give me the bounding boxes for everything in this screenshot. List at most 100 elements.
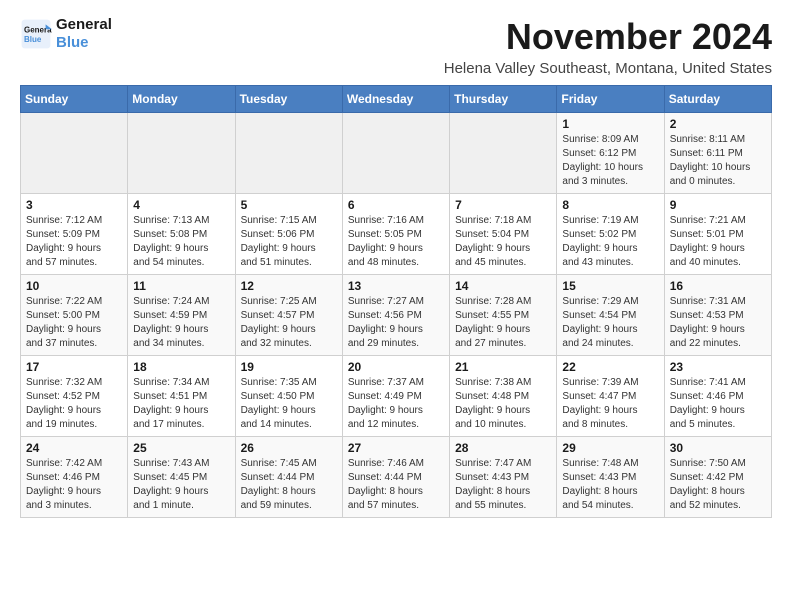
calendar-cell: 13 Sunrise: 7:27 AM Sunset: 4:56 PM Dayli… [342, 275, 449, 356]
svg-text:Blue: Blue [24, 35, 42, 44]
calendar-cell [128, 113, 235, 194]
day-info: Sunrise: 7:47 AM Sunset: 4:43 PM Dayligh… [455, 457, 551, 513]
calendar-cell: 24Sunrise: 7:42 AM Sunset: 4:46 PM Dayli… [21, 437, 128, 518]
calendar-cell: 22Sunrise: 7:39 AM Sunset: 4:47 PM Dayli… [557, 356, 664, 437]
day-info: Sunrise: 7:27 AM Sunset: 4:56 PM Dayligh… [348, 295, 444, 351]
day-info: Sunrise: 7:50 AM Sunset: 4:42 PM Dayligh… [670, 457, 766, 513]
day-number: 8 [562, 198, 658, 212]
logo: General Blue General Blue [20, 16, 112, 52]
day-number: 23 [670, 360, 766, 374]
calendar-cell: 21 Sunrise: 7:38 AM Sunset: 4:48 PM Dayli… [450, 356, 557, 437]
calendar-cell: 19 Sunrise: 7:35 AM Sunset: 4:50 PM Dayli… [235, 356, 342, 437]
day-number: 2 [670, 117, 766, 131]
day-info: Sunrise: 7:43 AM Sunset: 4:45 PM Dayligh… [133, 457, 229, 513]
day-number: 19 [241, 360, 337, 374]
calendar-cell: 23 Sunrise: 7:41 AM Sunset: 4:46 PM Dayli… [664, 356, 771, 437]
calendar-body: 1 Sunrise: 8:09 AM Sunset: 6:12 PM Daylig… [21, 113, 772, 518]
column-header-saturday: Saturday [664, 86, 771, 113]
day-number: 30 [670, 441, 766, 455]
day-number: 18 [133, 360, 229, 374]
day-number: 10 [26, 279, 122, 293]
title-area: November 2024 Helena Valley Southeast, M… [444, 16, 772, 77]
calendar-week-3: 10 Sunrise: 7:22 AM Sunset: 5:00 PM Dayli… [21, 275, 772, 356]
column-header-monday: Monday [128, 86, 235, 113]
calendar-cell: 29Sunrise: 7:48 AM Sunset: 4:43 PM Dayli… [557, 437, 664, 518]
day-number: 28 [455, 441, 551, 455]
day-number: 16 [670, 279, 766, 293]
day-number: 20 [348, 360, 444, 374]
calendar-cell: 4Sunrise: 7:13 AM Sunset: 5:08 PM Daylig… [128, 194, 235, 275]
column-header-wednesday: Wednesday [342, 86, 449, 113]
calendar-week-5: 24Sunrise: 7:42 AM Sunset: 4:46 PM Dayli… [21, 437, 772, 518]
calendar-cell: 20 Sunrise: 7:37 AM Sunset: 4:49 PM Dayli… [342, 356, 449, 437]
day-info: Sunrise: 7:32 AM Sunset: 4:52 PM Dayligh… [26, 376, 122, 432]
calendar-cell: 12 Sunrise: 7:25 AM Sunset: 4:57 PM Dayli… [235, 275, 342, 356]
column-header-friday: Friday [557, 86, 664, 113]
calendar-cell: 8 Sunrise: 7:19 AM Sunset: 5:02 PM Daylig… [557, 194, 664, 275]
column-header-thursday: Thursday [450, 86, 557, 113]
day-info: Sunrise: 7:29 AM Sunset: 4:54 PM Dayligh… [562, 295, 658, 351]
day-number: 21 [455, 360, 551, 374]
logo-icon: General Blue [20, 18, 52, 50]
calendar-cell: 3 Sunrise: 7:12 AM Sunset: 5:09 PM Daylig… [21, 194, 128, 275]
logo-text: General Blue [56, 16, 112, 52]
column-header-tuesday: Tuesday [235, 86, 342, 113]
calendar-cell: 11Sunrise: 7:24 AM Sunset: 4:59 PM Dayli… [128, 275, 235, 356]
day-info: Sunrise: 7:41 AM Sunset: 4:46 PM Dayligh… [670, 376, 766, 432]
calendar-cell: 18Sunrise: 7:34 AM Sunset: 4:51 PM Dayli… [128, 356, 235, 437]
calendar-cell: 16 Sunrise: 7:31 AM Sunset: 4:53 PM Dayli… [664, 275, 771, 356]
day-number: 26 [241, 441, 337, 455]
day-number: 5 [241, 198, 337, 212]
column-header-sunday: Sunday [21, 86, 128, 113]
calendar-cell: 10 Sunrise: 7:22 AM Sunset: 5:00 PM Dayli… [21, 275, 128, 356]
day-info: Sunrise: 7:37 AM Sunset: 4:49 PM Dayligh… [348, 376, 444, 432]
day-info: Sunrise: 7:42 AM Sunset: 4:46 PM Dayligh… [26, 457, 122, 513]
calendar-cell [342, 113, 449, 194]
calendar-cell: 26Sunrise: 7:45 AM Sunset: 4:44 PM Dayli… [235, 437, 342, 518]
day-number: 6 [348, 198, 444, 212]
calendar-cell [21, 113, 128, 194]
calendar-cell: 27 Sunrise: 7:46 AM Sunset: 4:44 PM Dayli… [342, 437, 449, 518]
calendar-week-2: 3 Sunrise: 7:12 AM Sunset: 5:09 PM Daylig… [21, 194, 772, 275]
calendar-cell: 14Sunrise: 7:28 AM Sunset: 4:55 PM Dayli… [450, 275, 557, 356]
month-title: November 2024 [444, 16, 772, 58]
calendar-cell [235, 113, 342, 194]
calendar-table: SundayMondayTuesdayWednesdayThursdayFrid… [20, 85, 772, 518]
day-info: Sunrise: 7:38 AM Sunset: 4:48 PM Dayligh… [455, 376, 551, 432]
day-number: 25 [133, 441, 229, 455]
day-info: Sunrise: 7:19 AM Sunset: 5:02 PM Dayligh… [562, 214, 658, 270]
day-number: 3 [26, 198, 122, 212]
day-info: Sunrise: 7:12 AM Sunset: 5:09 PM Dayligh… [26, 214, 122, 270]
day-number: 15 [562, 279, 658, 293]
day-number: 22 [562, 360, 658, 374]
day-info: Sunrise: 8:11 AM Sunset: 6:11 PM Dayligh… [670, 133, 766, 189]
day-info: Sunrise: 8:09 AM Sunset: 6:12 PM Dayligh… [562, 133, 658, 189]
calendar-cell: 9Sunrise: 7:21 AM Sunset: 5:01 PM Daylig… [664, 194, 771, 275]
day-number: 12 [241, 279, 337, 293]
day-info: Sunrise: 7:31 AM Sunset: 4:53 PM Dayligh… [670, 295, 766, 351]
day-number: 29 [562, 441, 658, 455]
page-header: General Blue General Blue November 2024 … [20, 16, 772, 77]
day-info: Sunrise: 7:22 AM Sunset: 5:00 PM Dayligh… [26, 295, 122, 351]
calendar-cell: 1 Sunrise: 8:09 AM Sunset: 6:12 PM Daylig… [557, 113, 664, 194]
day-info: Sunrise: 7:46 AM Sunset: 4:44 PM Dayligh… [348, 457, 444, 513]
day-number: 9 [670, 198, 766, 212]
day-number: 4 [133, 198, 229, 212]
calendar-cell: 6 Sunrise: 7:16 AM Sunset: 5:05 PM Daylig… [342, 194, 449, 275]
calendar-cell: 15 Sunrise: 7:29 AM Sunset: 4:54 PM Dayli… [557, 275, 664, 356]
day-info: Sunrise: 7:16 AM Sunset: 5:05 PM Dayligh… [348, 214, 444, 270]
calendar-cell: 17 Sunrise: 7:32 AM Sunset: 4:52 PM Dayli… [21, 356, 128, 437]
day-number: 27 [348, 441, 444, 455]
calendar-cell: 5Sunrise: 7:15 AM Sunset: 5:06 PM Daylig… [235, 194, 342, 275]
calendar-header: SundayMondayTuesdayWednesdayThursdayFrid… [21, 86, 772, 113]
calendar-cell: 25 Sunrise: 7:43 AM Sunset: 4:45 PM Dayli… [128, 437, 235, 518]
day-number: 1 [562, 117, 658, 131]
day-info: Sunrise: 7:24 AM Sunset: 4:59 PM Dayligh… [133, 295, 229, 351]
day-number: 17 [26, 360, 122, 374]
calendar-cell [450, 113, 557, 194]
day-info: Sunrise: 7:25 AM Sunset: 4:57 PM Dayligh… [241, 295, 337, 351]
location-subtitle: Helena Valley Southeast, Montana, United… [444, 60, 772, 77]
calendar-cell: 7Sunrise: 7:18 AM Sunset: 5:04 PM Daylig… [450, 194, 557, 275]
day-number: 13 [348, 279, 444, 293]
day-info: Sunrise: 7:35 AM Sunset: 4:50 PM Dayligh… [241, 376, 337, 432]
